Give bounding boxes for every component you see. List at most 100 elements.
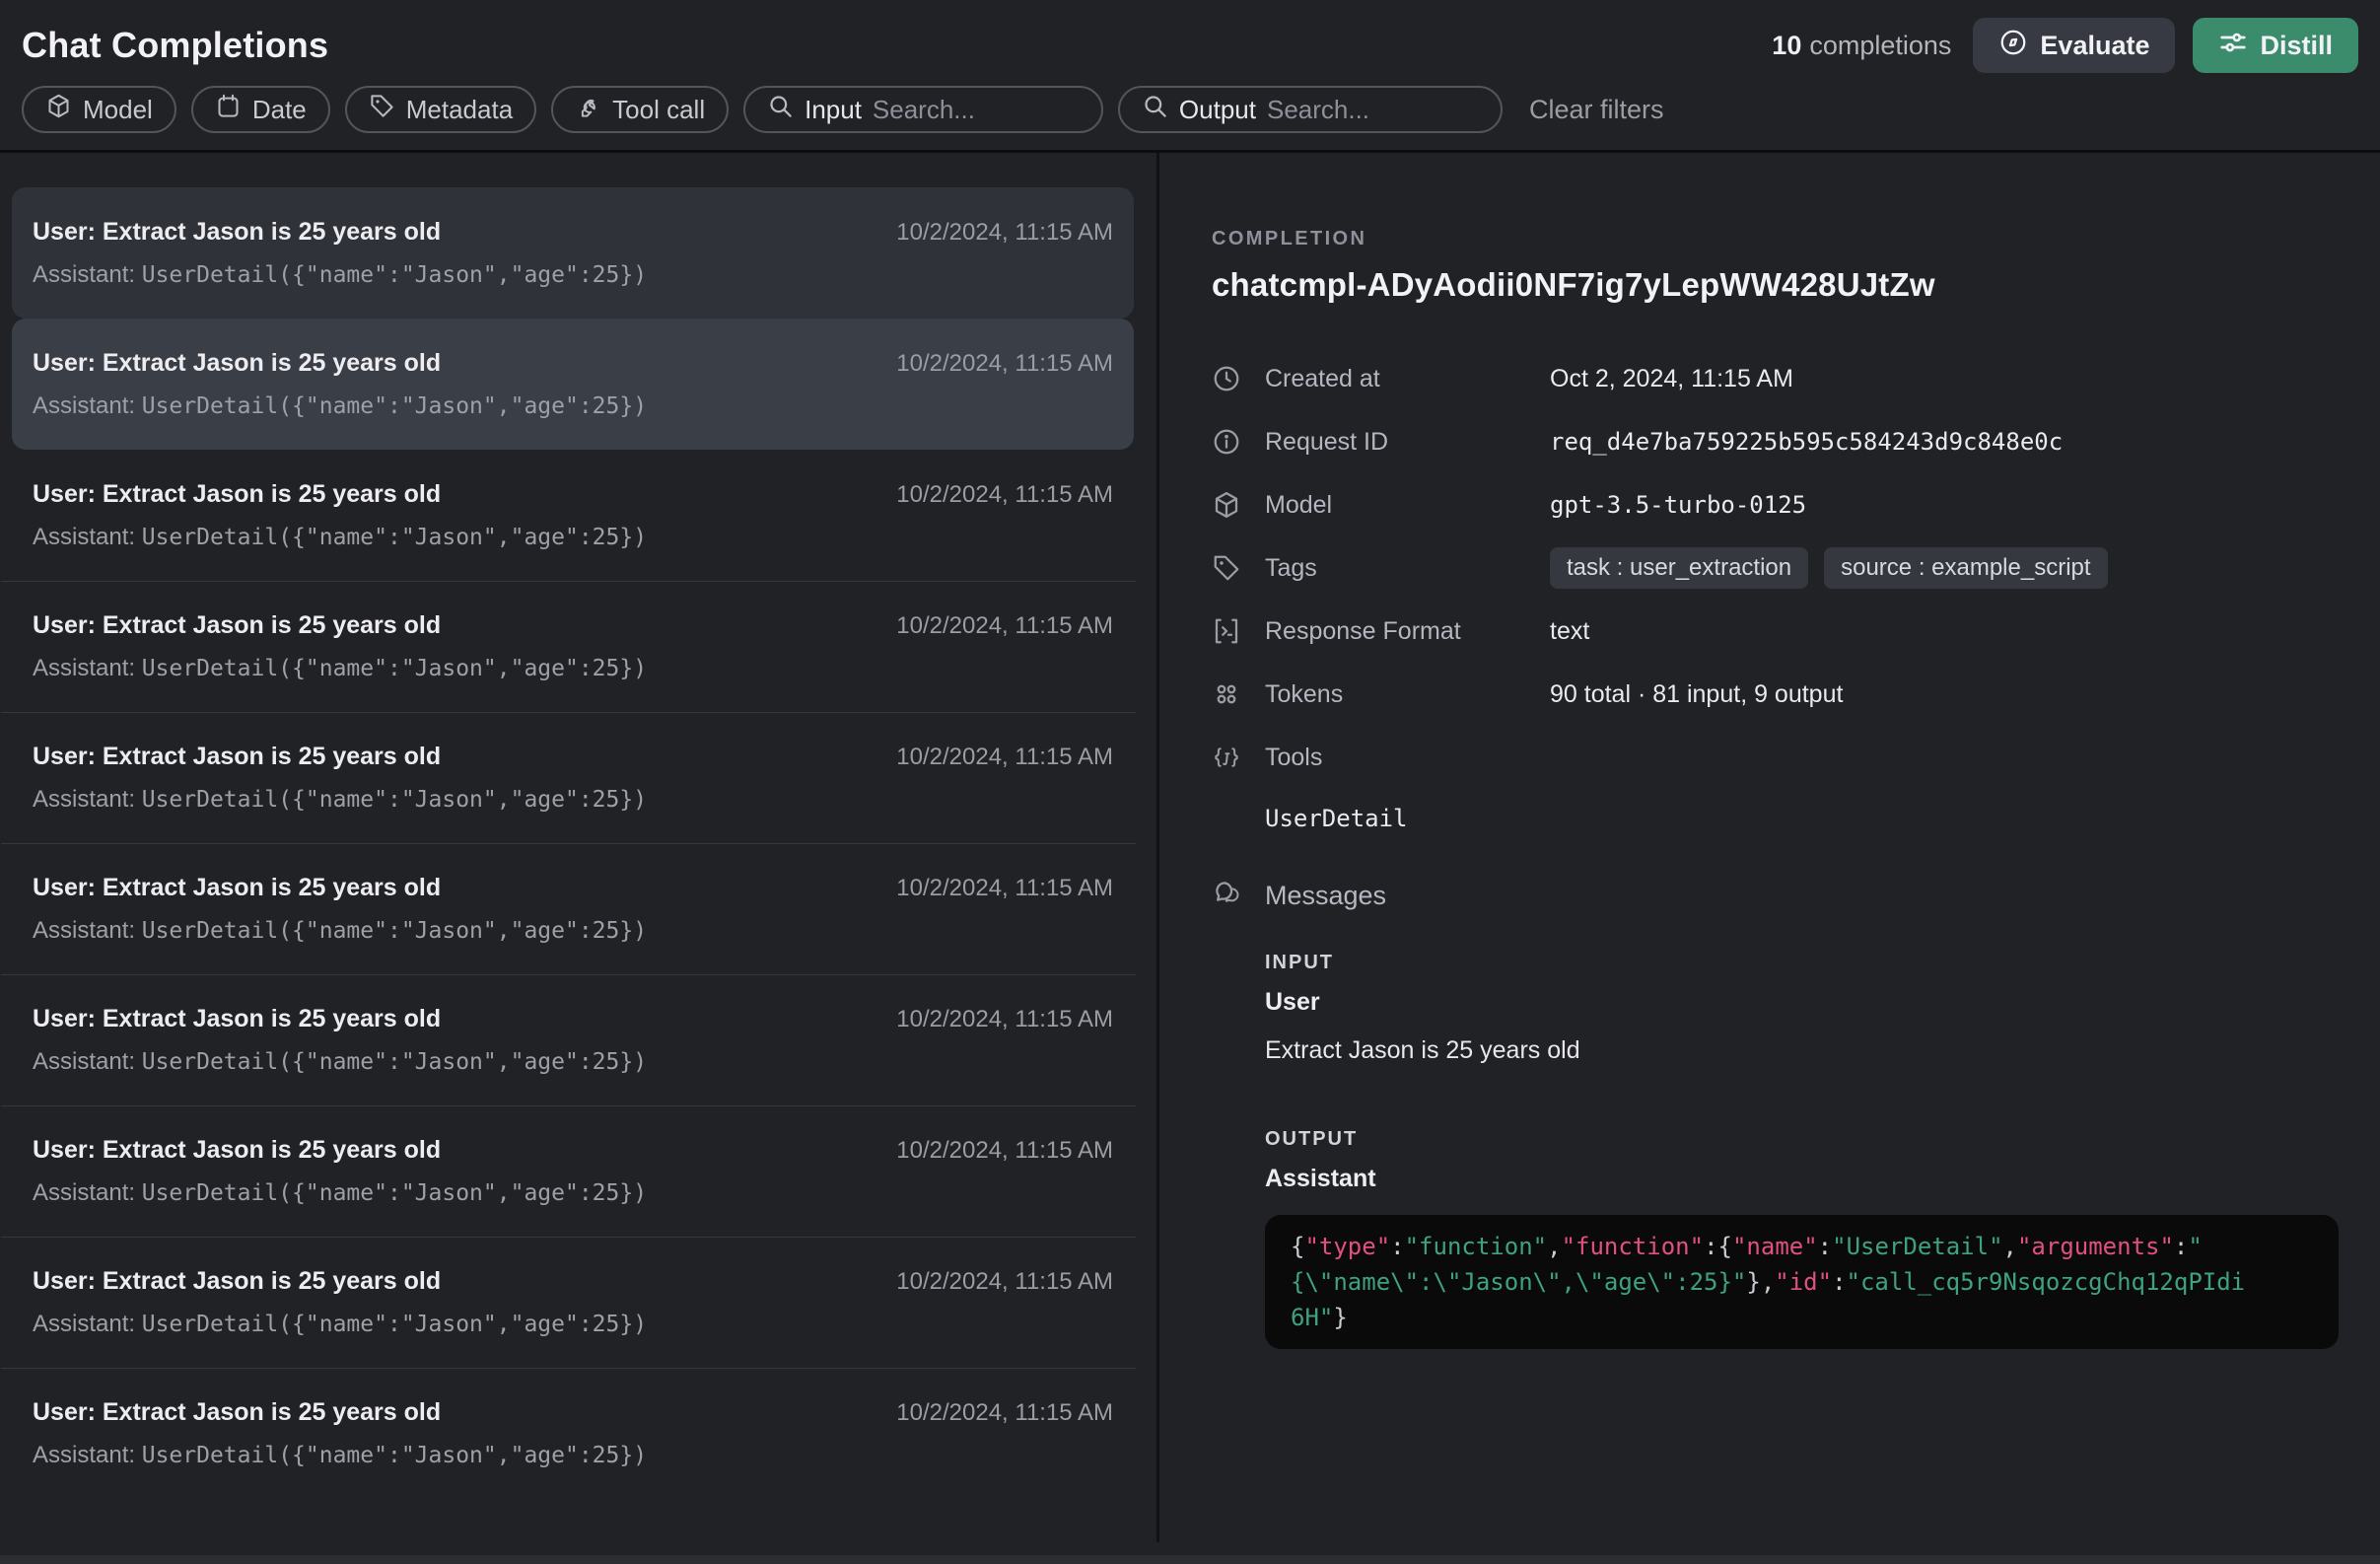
meta-label: Request ID xyxy=(1265,428,1550,457)
cube-icon xyxy=(45,93,72,126)
row-user-text: User: Extract Jason is 25 years old xyxy=(33,1267,441,1296)
meta-label: Tools xyxy=(1265,744,1550,772)
output-search-pill[interactable]: Output xyxy=(1118,86,1503,133)
completion-row[interactable]: User: Extract Jason is 25 years old 10/2… xyxy=(12,1105,1134,1237)
tag-chip: task : user_extraction xyxy=(1550,547,1808,589)
input-role: User xyxy=(1265,988,2337,1017)
output-search-label: Output xyxy=(1179,95,1256,125)
row-user-text: User: Extract Jason is 25 years old xyxy=(33,1136,441,1165)
row-timestamp: 10/2/2024, 11:15 AM xyxy=(896,744,1113,771)
page-title: Chat Completions xyxy=(22,25,328,66)
tag-icon xyxy=(1212,553,1241,583)
tokens-icon xyxy=(1212,679,1241,709)
meta-label: Created at xyxy=(1265,365,1550,393)
row-timestamp: 10/2/2024, 11:15 AM xyxy=(896,612,1113,640)
row-timestamp: 10/2/2024, 11:15 AM xyxy=(896,481,1113,509)
completion-row[interactable]: User: Extract Jason is 25 years old 10/2… xyxy=(12,974,1134,1105)
header-actions: 10completions Evaluate Distill xyxy=(1772,18,2358,73)
input-section-label: INPUT xyxy=(1265,952,2337,974)
completion-row[interactable]: User: Extract Jason is 25 years old 10/2… xyxy=(12,1237,1134,1368)
output-role: Assistant xyxy=(1265,1165,2337,1193)
info-icon xyxy=(1212,427,1241,457)
evaluate-button[interactable]: Evaluate xyxy=(1973,18,2175,73)
meta-row: Tokens 90 total · 81 input, 9 output xyxy=(1212,663,2337,726)
meta-row: Response Format text xyxy=(1212,600,2337,663)
sliders-icon xyxy=(2218,28,2248,64)
row-assistant-text: Assistant: UserDetail({"name":"Jason","a… xyxy=(33,261,1113,289)
bottom-bar xyxy=(0,1555,2380,1564)
completion-meta-list: Created at Oct 2, 2024, 11:15 AM Request… xyxy=(1212,347,2337,789)
messages-header: Messages xyxy=(1212,878,2337,914)
filter-pill-model[interactable]: Model xyxy=(22,86,176,133)
row-assistant-text: Assistant: UserDetail({"name":"Jason","a… xyxy=(33,786,1113,814)
meta-row: Created at Oct 2, 2024, 11:15 AM xyxy=(1212,347,2337,410)
input-message-text: Extract Jason is 25 years old xyxy=(1265,1036,2337,1065)
row-user-text: User: Extract Jason is 25 years old xyxy=(33,480,441,509)
meta-value: req_d4e7ba759225b595c584243d9c848e0c xyxy=(1550,428,2063,456)
row-timestamp: 10/2/2024, 11:15 AM xyxy=(896,1399,1113,1427)
row-assistant-text: Assistant: UserDetail({"name":"Jason","a… xyxy=(33,1311,1113,1338)
meta-label: Model xyxy=(1265,491,1550,520)
row-user-text: User: Extract Jason is 25 years old xyxy=(33,349,441,378)
completion-row[interactable]: User: Extract Jason is 25 years old 10/2… xyxy=(12,187,1134,319)
calendar-icon xyxy=(215,93,242,126)
filter-bar: ModelDateMetadataTool call Input Output … xyxy=(0,77,2380,134)
tag-icon xyxy=(369,93,395,126)
meta-label: Tokens xyxy=(1265,680,1550,709)
row-user-text: User: Extract Jason is 25 years old xyxy=(33,1005,441,1033)
input-search-input[interactable] xyxy=(873,95,1080,125)
completion-row[interactable]: User: Extract Jason is 25 years old 10/2… xyxy=(12,450,1134,581)
completion-row[interactable]: User: Extract Jason is 25 years old 10/2… xyxy=(12,581,1134,712)
input-search-label: Input xyxy=(805,95,862,125)
meta-value: Oct 2, 2024, 11:15 AM xyxy=(1550,365,1793,393)
tools-value: UserDetail xyxy=(1265,805,2337,832)
completion-row[interactable]: User: Extract Jason is 25 years old 10/2… xyxy=(12,319,1134,450)
meta-row: Model gpt-3.5-turbo-0125 xyxy=(1212,473,2337,536)
input-message-block: INPUT User Extract Jason is 25 years old xyxy=(1265,952,2337,1065)
meta-label: Tags xyxy=(1265,554,1550,583)
row-user-text: User: Extract Jason is 25 years old xyxy=(33,1398,441,1427)
filter-pill-tool-call[interactable]: Tool call xyxy=(551,86,729,133)
filter-pill-metadata[interactable]: Metadata xyxy=(345,86,536,133)
clear-filters-button[interactable]: Clear filters xyxy=(1529,95,1664,125)
row-assistant-text: Assistant: UserDetail({"name":"Jason","a… xyxy=(33,1442,1113,1469)
clock-icon xyxy=(1212,364,1241,393)
meta-label: Response Format xyxy=(1265,617,1550,646)
completions-list[interactable]: User: Extract Jason is 25 years old 10/2… xyxy=(0,153,1159,1542)
cube-icon xyxy=(1212,490,1241,520)
row-timestamp: 10/2/2024, 11:15 AM xyxy=(896,1006,1113,1033)
row-user-text: User: Extract Jason is 25 years old xyxy=(33,218,441,247)
search-icon xyxy=(1142,93,1168,126)
search-icon xyxy=(767,93,794,126)
filter-pill-date[interactable]: Date xyxy=(191,86,330,133)
tools-icon xyxy=(1212,743,1241,772)
distill-button[interactable]: Distill xyxy=(2193,18,2358,73)
output-search-input[interactable] xyxy=(1267,95,1479,125)
output-message-block: OUTPUT Assistant {"type":"function","fun… xyxy=(1265,1128,2337,1349)
row-assistant-text: Assistant: UserDetail({"name":"Jason","a… xyxy=(33,917,1113,945)
output-section-label: OUTPUT xyxy=(1265,1128,2337,1151)
meta-row: Request ID req_d4e7ba759225b595c584243d9… xyxy=(1212,410,2337,473)
app-header: Chat Completions 10completions Evaluate … xyxy=(0,0,2380,77)
response-format-icon xyxy=(1212,616,1241,646)
completion-row[interactable]: User: Extract Jason is 25 years old 10/2… xyxy=(12,843,1134,974)
meta-row: Tools xyxy=(1212,726,2337,789)
completion-detail-panel: COMPLETION chatcmpl-ADyAodii0NF7ig7yLepW… xyxy=(1159,153,2380,1542)
completions-count: 10completions xyxy=(1772,31,1951,61)
row-user-text: User: Extract Jason is 25 years old xyxy=(33,874,441,902)
row-assistant-text: Assistant: UserDetail({"name":"Jason","a… xyxy=(33,392,1113,420)
completion-id: chatcmpl-ADyAodii0NF7ig7yLepWW428UJtZw xyxy=(1212,266,2337,304)
input-search-pill[interactable]: Input xyxy=(743,86,1103,133)
row-assistant-text: Assistant: UserDetail({"name":"Jason","a… xyxy=(33,1179,1113,1207)
row-timestamp: 10/2/2024, 11:15 AM xyxy=(896,1268,1113,1296)
meta-value: task : user_extractionsource : example_s… xyxy=(1550,547,2108,589)
completion-row[interactable]: User: Extract Jason is 25 years old 10/2… xyxy=(12,1368,1134,1499)
row-timestamp: 10/2/2024, 11:15 AM xyxy=(896,350,1113,378)
completion-section-label: COMPLETION xyxy=(1212,228,2337,250)
row-timestamp: 10/2/2024, 11:15 AM xyxy=(896,875,1113,902)
meta-value: 90 total · 81 input, 9 output xyxy=(1550,680,1843,709)
completion-row[interactable]: User: Extract Jason is 25 years old 10/2… xyxy=(12,712,1134,843)
meta-row: Tags task : user_extractionsource : exam… xyxy=(1212,536,2337,600)
compass-icon xyxy=(1998,28,2028,64)
tool-call-code-block: {"type":"function","function":{"name":"U… xyxy=(1265,1215,2339,1349)
